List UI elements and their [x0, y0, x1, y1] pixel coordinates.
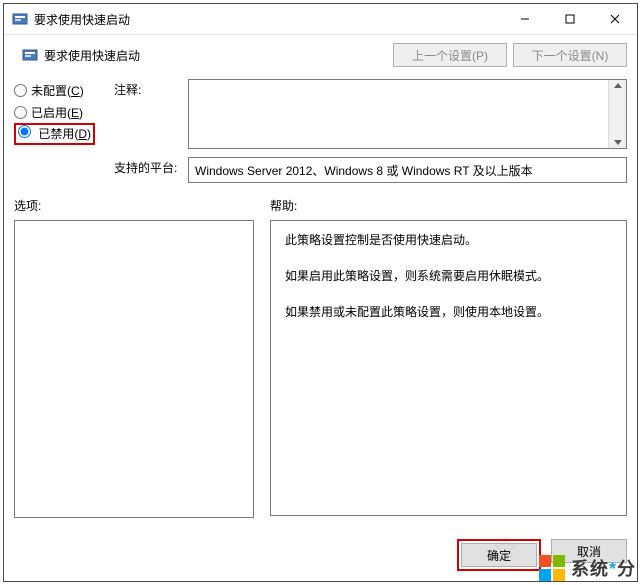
help-text-1: 此策略设置控制是否使用快速启动。	[285, 231, 612, 249]
policy-title: 要求使用快速启动	[44, 47, 140, 64]
titlebar: 要求使用快速启动	[4, 4, 637, 35]
cancel-button[interactable]: 取消	[551, 539, 627, 563]
ok-button-label: 确定	[487, 547, 511, 564]
help-panel: 此策略设置控制是否使用快速启动。 如果启用此策略设置，则系统需要启用休眠模式。 …	[270, 220, 627, 516]
window-title: 要求使用快速启动	[34, 11, 130, 28]
previous-setting-label: 上一个设置(P)	[412, 47, 488, 64]
radio-not-configured-input[interactable]	[14, 84, 27, 97]
scroll-down-icon	[614, 140, 622, 145]
help-column-label: 帮助:	[270, 197, 627, 214]
comment-scrollbar[interactable]	[608, 80, 626, 148]
radio-disabled[interactable]: 已禁用(D)	[14, 123, 114, 145]
scroll-up-icon	[614, 83, 622, 88]
options-panel	[14, 220, 254, 518]
cancel-button-label: 取消	[577, 543, 601, 560]
ok-button[interactable]: 确定	[461, 543, 537, 567]
client-area: 要求使用快速启动 上一个设置(P) 下一个设置(N) 未配置(C)	[4, 35, 637, 526]
supported-on-text: Windows Server 2012、Windows 8 或 Windows …	[195, 162, 533, 179]
maximize-button[interactable]	[547, 4, 592, 34]
help-text-2: 如果启用此策略设置，则系统需要启用休眠模式。	[285, 267, 612, 285]
ok-button-highlight: 确定	[457, 539, 541, 571]
options-column-label: 选项:	[14, 197, 254, 214]
gpo-icon	[22, 47, 38, 63]
radio-enabled[interactable]: 已启用(E)	[14, 101, 114, 123]
radio-enabled-label: 已启用(E)	[31, 104, 83, 121]
minimize-button[interactable]	[502, 4, 547, 34]
next-setting-label: 下一个设置(N)	[532, 47, 609, 64]
next-setting-button[interactable]: 下一个设置(N)	[513, 43, 627, 67]
help-text-3: 如果禁用或未配置此策略设置，则使用本地设置。	[285, 303, 612, 321]
radio-not-configured-label: 未配置(C)	[31, 82, 84, 99]
gpo-icon	[12, 11, 28, 27]
footer: 确定 取消	[4, 539, 637, 571]
comment-label: 注释:	[114, 79, 184, 98]
close-button[interactable]	[592, 4, 637, 34]
radio-not-configured[interactable]: 未配置(C)	[14, 79, 114, 101]
supported-on-field: Windows Server 2012、Windows 8 或 Windows …	[188, 157, 627, 183]
gpedit-policy-dialog: 要求使用快速启动 要求使用快速启动 上一个设置(P) 下一个设置	[3, 3, 638, 582]
previous-setting-button[interactable]: 上一个设置(P)	[393, 43, 507, 67]
platform-label: 支持的平台:	[114, 157, 184, 176]
radio-disabled-label: 已禁用(D)	[38, 127, 91, 141]
radio-enabled-input[interactable]	[14, 106, 27, 119]
radio-disabled-input[interactable]	[18, 125, 31, 138]
comment-textarea[interactable]	[188, 79, 627, 149]
